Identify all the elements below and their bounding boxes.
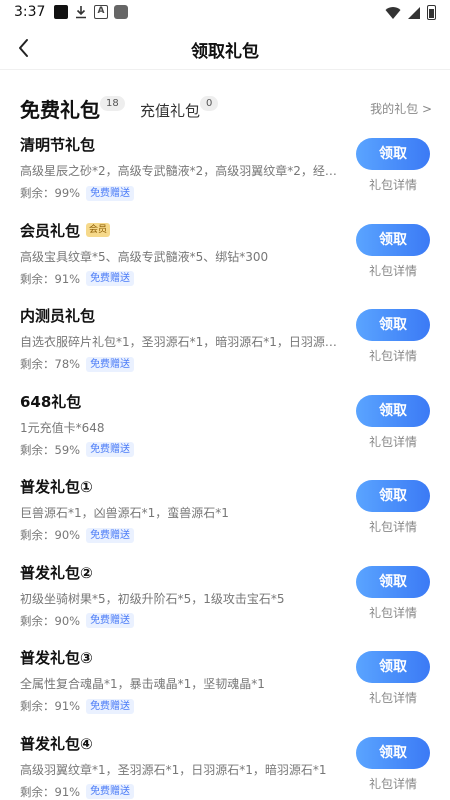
free-badge: 免费赠送 — [86, 527, 135, 543]
gift-remaining: 剩余：90% 免费赠送 — [20, 613, 135, 629]
remaining-text: 剩余：91% — [20, 699, 81, 713]
gift-remaining: 剩余：91% 免费赠送 — [20, 784, 135, 800]
claim-button[interactable]: 领取 — [356, 394, 430, 427]
gift-contents: 高级宝具纹章*5、高级专武髓液*5、绑钻*300 — [20, 249, 269, 264]
app-notification-icon — [54, 5, 68, 19]
list-item: 普发礼包② 初级坐骑树果*5，初级升阶石*5，1级攻击宝石*5 剩余：90% 免费… — [0, 556, 450, 642]
free-badge: 免费赠送 — [86, 784, 135, 799]
battery-icon — [427, 5, 436, 20]
gift-contents: 自选衣服碎片礼包*1，圣羽源石*1，暗羽源石*1，日羽源石*1 — [20, 335, 342, 349]
gift-contents: 高级羽翼纹章*1，圣羽源石*1，日羽源石*1，暗羽源石*1 — [20, 762, 327, 777]
remaining-text: 剩余：99% — [20, 186, 81, 200]
gift-detail-link[interactable]: 礼包详情 — [356, 604, 430, 621]
gift-remaining: 剩余：78% 免费赠送 — [20, 356, 135, 372]
claim-button[interactable]: 领取 — [356, 223, 430, 256]
gift-title: 普发礼包④ — [20, 733, 93, 754]
vip-tag: 会员 — [86, 223, 111, 237]
gift-remaining: 剩余：99% 免费赠送 — [20, 185, 135, 201]
wifi-icon — [385, 6, 401, 19]
list-item: 648礼包 1元充值卡*648 剩余：59% 免费赠送 领取 礼包详情 — [0, 385, 450, 471]
free-badge: 免费赠送 — [86, 613, 135, 628]
a-notification-icon: A — [94, 5, 108, 19]
gift-title: 普发礼包② — [20, 562, 93, 583]
status-time: 3:37 — [14, 4, 46, 20]
gift-detail-link[interactable]: 礼包详情 — [356, 518, 430, 535]
gift-detail-link[interactable]: 礼包详情 — [356, 347, 430, 364]
free-count-badge: 18 — [100, 96, 125, 111]
gift-remaining: 剩余：90% 免费赠送 — [20, 527, 135, 543]
system-icons — [385, 5, 436, 20]
gift-contents: 高级星辰之砂*2，高级专武髓液*2，高级羽翼纹章*2，经验... — [20, 164, 342, 178]
app-notification-icon — [114, 5, 128, 19]
gift-title-text: 普发礼包① — [20, 478, 93, 496]
download-icon — [76, 6, 86, 19]
remaining-text: 剩余：90% — [20, 528, 81, 542]
gift-detail-link[interactable]: 礼包详情 — [356, 176, 430, 193]
gift-detail-link[interactable]: 礼包详情 — [356, 262, 430, 279]
gift-contents: 1元充值卡*648 — [20, 420, 105, 435]
signal-icon — [408, 6, 420, 19]
gift-title: 普发礼包① — [20, 476, 93, 497]
my-gifts-link[interactable]: 我的礼包 > — [370, 100, 432, 117]
claim-button[interactable]: 领取 — [356, 736, 430, 769]
list-item: 清明节礼包 高级星辰之砂*2，高级专武髓液*2，高级羽翼纹章*2，经验... 剩… — [0, 128, 450, 214]
gift-title: 648礼包 — [20, 391, 81, 412]
list-item: 普发礼包③ 全属性复合魂晶*1，暴击魂晶*1，坚韧魂晶*1 剩余：91% 免费赠送… — [0, 641, 450, 727]
gift-title-text: 普发礼包② — [20, 563, 93, 582]
gift-contents: 巨兽源石*1，凶兽源石*1，蛮兽源石*1 — [20, 506, 229, 520]
list-item: 内测员礼包 自选衣服碎片礼包*1，圣羽源石*1，暗羽源石*1，日羽源石*1 剩余… — [0, 299, 450, 385]
gift-contents: 初级坐骑树果*5，初级升阶石*5，1级攻击宝石*5 — [20, 591, 285, 606]
claim-button[interactable]: 领取 — [356, 138, 430, 170]
recharge-count-badge: 0 — [200, 96, 219, 111]
gift-remaining: 剩余：59% 免费赠送 — [20, 442, 135, 458]
page-title: 领取礼包 — [191, 42, 259, 62]
gift-detail-link[interactable]: 礼包详情 — [356, 433, 430, 450]
remaining-text: 剩余：90% — [20, 613, 81, 628]
claim-button[interactable]: 领取 — [356, 480, 430, 512]
list-item: 普发礼包④ 高级羽翼纹章*1，圣羽源石*1，日羽源石*1，暗羽源石*1 剩余：9… — [0, 727, 450, 800]
remaining-text: 剩余：59% — [20, 442, 81, 457]
gift-detail-link[interactable]: 礼包详情 — [356, 775, 430, 792]
free-badge: 免费赠送 — [86, 185, 135, 201]
list-item: 普发礼包① 巨兽源石*1，凶兽源石*1，蛮兽源石*1 剩余：90% 免费赠送 领取… — [0, 470, 450, 556]
gift-contents: 全属性复合魂晶*1，暴击魂晶*1，坚韧魂晶*1 — [20, 677, 265, 691]
gift-title-text: 内测员礼包 — [20, 307, 96, 325]
remaining-text: 剩余：78% — [20, 357, 81, 371]
list-item: 会员礼包 会员 高级宝具纹章*5、高级专武髓液*5、绑钻*300 剩余：91% 免费… — [0, 214, 450, 300]
tab-recharge-gifts[interactable]: 充值礼包 — [140, 100, 200, 121]
free-badge: 免费赠送 — [86, 356, 135, 372]
tab-free-gifts[interactable]: 免费礼包 — [20, 94, 100, 123]
gift-detail-link[interactable]: 礼包详情 — [356, 689, 430, 706]
gift-remaining: 剩余：91% 免费赠送 — [20, 698, 135, 714]
remaining-text: 剩余：91% — [20, 784, 81, 799]
gift-title: 会员礼包 会员 — [20, 220, 111, 241]
claim-button[interactable]: 领取 — [356, 309, 430, 341]
remaining-text: 剩余：91% — [20, 271, 81, 286]
gift-title-text: 普发礼包④ — [20, 734, 93, 753]
top-bar: 领取礼包 — [0, 26, 450, 70]
gift-title-text: 会员礼包 — [20, 221, 81, 240]
gift-title-text: 普发礼包③ — [20, 649, 93, 667]
gift-title: 清明节礼包 — [20, 134, 95, 155]
gift-tabs: 免费礼包 18 充值礼包 0 我的礼包 > — [20, 94, 440, 124]
status-bar: 3:37 A — [0, 0, 450, 26]
gift-title: 内测员礼包 — [20, 305, 95, 326]
gift-title-text: 清明节礼包 — [20, 136, 96, 154]
gift-remaining: 剩余：91% 免费赠送 — [20, 271, 135, 287]
gift-list: 清明节礼包 高级星辰之砂*2，高级专武髓液*2，高级羽翼纹章*2，经验... 剩… — [0, 128, 450, 800]
gift-title-text: 648礼包 — [20, 392, 82, 411]
free-badge: 免费赠送 — [86, 698, 135, 714]
claim-button[interactable]: 领取 — [356, 651, 430, 683]
free-badge: 免费赠送 — [86, 442, 135, 457]
claim-button[interactable]: 领取 — [356, 565, 430, 598]
free-badge: 免费赠送 — [86, 271, 135, 286]
notification-icons: A — [54, 5, 128, 19]
gift-title: 普发礼包③ — [20, 647, 93, 668]
